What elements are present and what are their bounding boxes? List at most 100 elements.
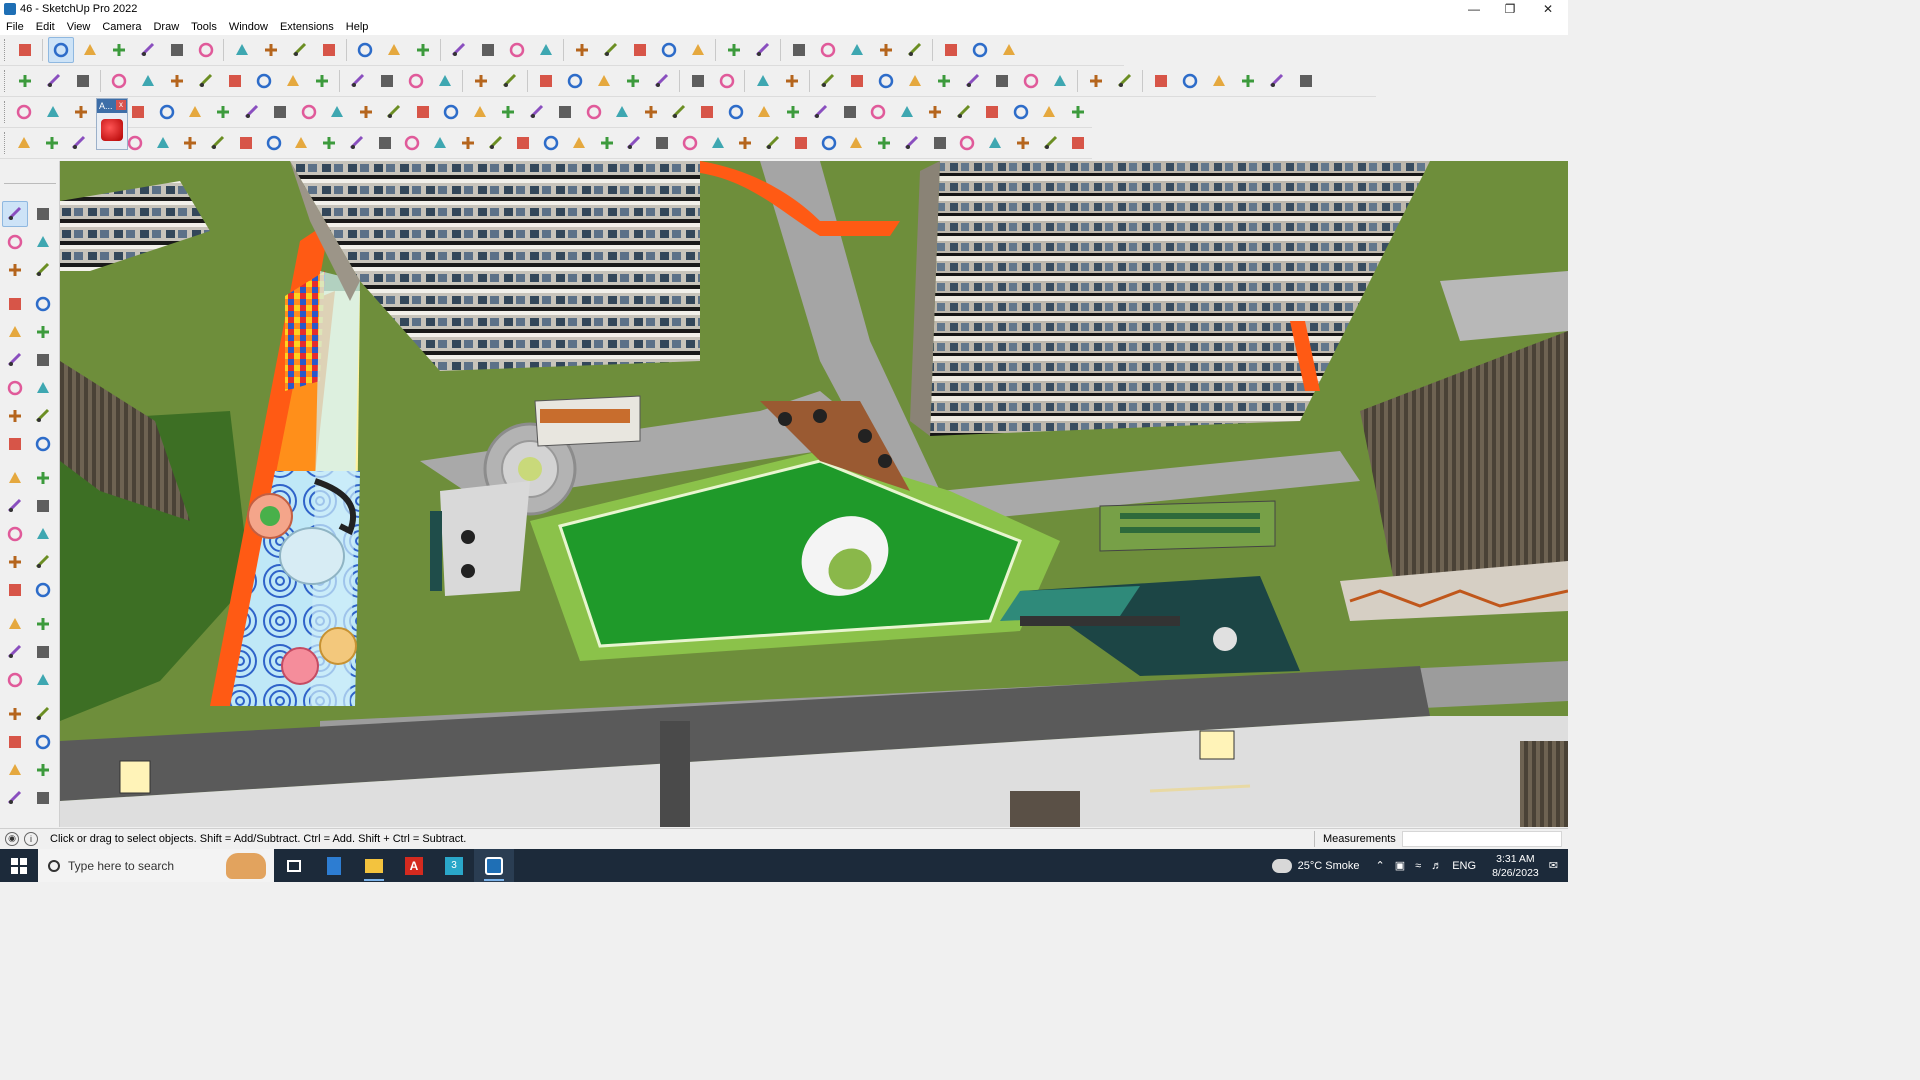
walk-icon[interactable] — [2, 729, 28, 755]
rect-left-icon[interactable] — [2, 319, 28, 345]
paint-bucket-icon[interactable] — [410, 37, 436, 63]
curve-shape-icon[interactable] — [902, 68, 928, 94]
fredoscale-icon[interactable] — [685, 68, 711, 94]
position-camera-icon[interactable] — [2, 701, 28, 727]
zoom-window-icon[interactable] — [533, 37, 559, 63]
scallop-icon[interactable] — [483, 130, 508, 156]
gear-wheel-icon[interactable] — [866, 99, 891, 125]
face-yellow-icon[interactable] — [68, 99, 93, 125]
text-icon[interactable] — [381, 37, 407, 63]
soften-icon[interactable] — [345, 68, 371, 94]
menu-camera[interactable]: Camera — [96, 21, 147, 33]
house-1-icon[interactable] — [533, 68, 559, 94]
look-around-icon[interactable] — [30, 701, 56, 727]
branch-icon[interactable] — [650, 130, 675, 156]
weather-widget[interactable]: 25°C Smoke — [1271, 858, 1360, 873]
menu-extensions[interactable]: Extensions — [274, 21, 340, 33]
cone-icon[interactable] — [495, 99, 520, 125]
line-icon[interactable] — [106, 37, 132, 63]
shear-icon[interactable] — [539, 130, 564, 156]
blue-cross-icon[interactable] — [467, 99, 492, 125]
stairs-grey-icon[interactable] — [705, 130, 730, 156]
toolbar-grip[interactable] — [4, 70, 7, 92]
warning-icon[interactable] — [552, 99, 577, 125]
fountain-icon[interactable] — [524, 99, 549, 125]
louver-icon[interactable] — [816, 130, 841, 156]
component-left-icon[interactable] — [2, 257, 28, 283]
plant-icon[interactable] — [497, 68, 523, 94]
fan-4-icon[interactable] — [1010, 130, 1035, 156]
select-arrow-icon[interactable] — [2, 201, 28, 227]
grid-small-icon[interactable] — [979, 99, 1004, 125]
tube-shape-icon[interactable] — [1018, 68, 1044, 94]
meet-now-icon[interactable]: ▣ — [1395, 859, 1405, 872]
dimension-left-icon[interactable] — [30, 521, 56, 547]
tape-measure-icon[interactable] — [352, 37, 378, 63]
spiral-shape-icon[interactable] — [931, 68, 957, 94]
grid-orange-icon[interactable] — [922, 99, 947, 125]
arc-orange-icon[interactable] — [581, 99, 606, 125]
house-4-icon[interactable] — [620, 68, 646, 94]
acrobat-icon[interactable]: A — [394, 849, 434, 882]
toolbar-grip[interactable] — [4, 101, 7, 123]
shell-icon[interactable] — [1066, 130, 1091, 156]
material-4-icon[interactable] — [1206, 68, 1232, 94]
hatch-1-icon[interactable] — [844, 130, 869, 156]
material-6-icon[interactable] — [1264, 68, 1290, 94]
previous-left-icon[interactable] — [30, 667, 56, 693]
leaf-icon[interactable] — [511, 130, 536, 156]
lines-icon[interactable] — [566, 130, 591, 156]
task-view-icon[interactable] — [274, 849, 314, 882]
section-cut-icon[interactable] — [656, 37, 682, 63]
hook-icon[interactable] — [353, 99, 378, 125]
menu-window[interactable]: Window — [223, 21, 274, 33]
cone-red-icon[interactable] — [400, 130, 425, 156]
extension-3-icon[interactable] — [164, 68, 190, 94]
eraser-icon[interactable] — [77, 37, 103, 63]
zoom-window-left-icon[interactable] — [30, 639, 56, 665]
sandbox-icon[interactable] — [902, 37, 928, 63]
axes-left-icon[interactable] — [2, 577, 28, 603]
eraser-left-icon[interactable] — [30, 229, 56, 255]
pivot-icon[interactable] — [780, 99, 805, 125]
zoom-icon[interactable] — [504, 37, 530, 63]
zoom-left-icon[interactable] — [2, 639, 28, 665]
house-5-icon[interactable] — [649, 68, 675, 94]
x-red-icon[interactable] — [1008, 99, 1033, 125]
corner-2-icon[interactable] — [289, 130, 314, 156]
layer-icon[interactable] — [154, 99, 179, 125]
puzzle-icon[interactable] — [752, 99, 777, 125]
select-icon[interactable] — [47, 37, 74, 63]
face-blue-icon[interactable] — [11, 99, 36, 125]
tile-icon[interactable] — [761, 130, 786, 156]
red-cube-icon[interactable] — [101, 119, 123, 141]
fan-3-icon[interactable] — [983, 130, 1008, 156]
pink-face-icon[interactable] — [125, 99, 150, 125]
push-pull-icon[interactable] — [193, 37, 219, 63]
geo-location-icon[interactable] — [750, 37, 776, 63]
zoom-extents-icon[interactable] — [12, 37, 38, 63]
section-plane-left-icon[interactable] — [2, 757, 28, 783]
hatch-3-icon[interactable] — [899, 130, 924, 156]
fan-2-icon[interactable] — [955, 130, 980, 156]
split-icon[interactable] — [677, 130, 702, 156]
fan-5-icon[interactable] — [1038, 130, 1063, 156]
orbit-select-icon[interactable] — [30, 201, 56, 227]
ellipse-shape-icon[interactable] — [844, 68, 870, 94]
star-icon[interactable] — [666, 99, 691, 125]
extension-4-icon[interactable] — [193, 68, 219, 94]
pan-left-icon[interactable] — [30, 611, 56, 637]
network-icon[interactable]: ≈ — [1415, 860, 1421, 872]
close-icon[interactable]: ✕ — [1530, 0, 1566, 18]
column-icon[interactable] — [788, 130, 813, 156]
sketchup-icon[interactable] — [474, 849, 514, 882]
fence-icon[interactable] — [372, 130, 397, 156]
green-plus-icon[interactable] — [438, 99, 463, 125]
material-7-icon[interactable] — [1293, 68, 1319, 94]
bevel-icon[interactable] — [809, 99, 834, 125]
cross-plus-icon[interactable] — [410, 99, 435, 125]
redo-icon[interactable] — [967, 37, 993, 63]
frame-icon[interactable] — [268, 99, 293, 125]
push-down-icon[interactable] — [844, 37, 870, 63]
tape-left-icon[interactable] — [30, 257, 56, 283]
